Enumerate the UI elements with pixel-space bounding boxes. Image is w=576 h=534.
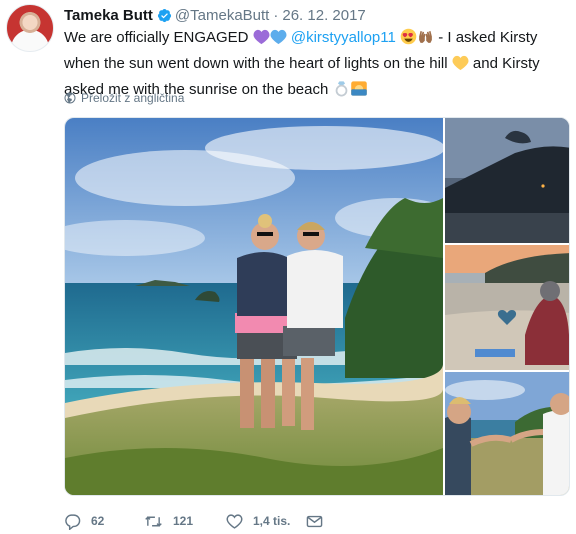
heart-eyes-icon bbox=[400, 28, 417, 52]
blue-heart-icon bbox=[270, 29, 287, 52]
translate-link[interactable]: Přeložit z angličtina bbox=[64, 91, 184, 105]
beach-couple-photo[interactable] bbox=[65, 118, 443, 495]
tweet-text-part1: We are officially ENGAGED bbox=[64, 29, 249, 46]
tweet: Tameka Butt @TamekaButt · 26. 12. 2017 W… bbox=[0, 0, 576, 534]
night-hill-photo[interactable] bbox=[445, 118, 569, 243]
tweet-header: Tameka Butt @TamekaButt · 26. 12. 2017 bbox=[64, 6, 366, 24]
reply-count: 62 bbox=[91, 514, 105, 528]
beach-heart-photo[interactable] bbox=[445, 245, 569, 370]
yellow-heart-icon bbox=[452, 55, 469, 78]
reply-icon bbox=[65, 513, 81, 530]
reply-button[interactable]: 62 bbox=[64, 513, 144, 530]
sunrise-icon bbox=[350, 80, 368, 104]
ring-exchange-photo[interactable] bbox=[445, 372, 569, 495]
globe-icon bbox=[64, 92, 76, 104]
retweet-button[interactable]: 121 bbox=[144, 513, 226, 530]
verified-badge-icon bbox=[157, 8, 172, 23]
heart-icon bbox=[226, 513, 243, 529]
like-button[interactable]: 1,4 tis. bbox=[226, 513, 306, 530]
direct-message-button[interactable] bbox=[306, 513, 333, 530]
like-count: 1,4 tis. bbox=[253, 514, 291, 528]
translate-label[interactable]: Přeložit z angličtina bbox=[81, 91, 184, 105]
avatar[interactable] bbox=[6, 4, 54, 52]
media-grid bbox=[64, 117, 570, 496]
separator-dot: · bbox=[273, 6, 279, 24]
raised-hands-icon bbox=[417, 28, 434, 52]
purple-heart-icon bbox=[253, 29, 270, 52]
user-handle[interactable]: @TamekaButt bbox=[175, 7, 269, 24]
action-bar: 62 121 1,4 tis. bbox=[64, 510, 333, 532]
envelope-icon bbox=[306, 515, 323, 527]
ring-icon bbox=[333, 80, 350, 104]
mention-link[interactable]: @kirstyyallop11 bbox=[291, 29, 396, 46]
retweet-icon bbox=[145, 515, 162, 527]
retweet-count: 121 bbox=[173, 514, 194, 528]
tweet-date[interactable]: 26. 12. 2017 bbox=[282, 7, 365, 24]
display-name[interactable]: Tameka Butt bbox=[64, 7, 153, 24]
